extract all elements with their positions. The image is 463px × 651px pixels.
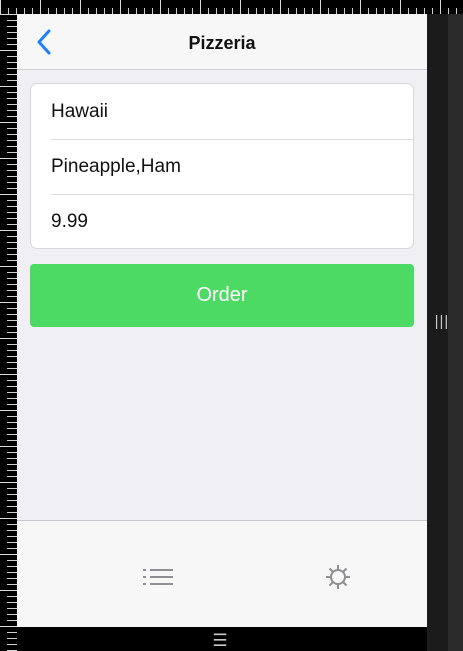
phone-screen: Pizzeria Hawaii Pineapple,Ham 9.99 Order [17, 14, 427, 627]
navigation-bar: Pizzeria [17, 14, 427, 70]
page-title: Pizzeria [188, 33, 256, 53]
side-resize-handle-icon[interactable]: ||| [432, 312, 452, 332]
list-item: Pineapple,Ham [31, 139, 413, 194]
list-item: 9.99 [31, 194, 413, 248]
list-item: Hawaii [31, 84, 413, 139]
list-icon [143, 569, 173, 585]
tab-bar [17, 520, 427, 627]
pizza-name: Hawaii [51, 101, 109, 122]
vertical-ruler [0, 14, 17, 651]
pizza-price: 9.99 [51, 211, 88, 232]
pizza-toppings: Pineapple,Ham [51, 156, 181, 177]
simulator-canvas: ||| ☰ Pizzeria Hawaii Pineapple,Ham 9.99… [0, 0, 463, 651]
tab-settings[interactable] [318, 557, 358, 597]
horizontal-ruler [0, 0, 463, 14]
gear-icon [326, 565, 350, 589]
back-button[interactable] [31, 28, 57, 56]
bottom-resize-handle-icon[interactable]: ☰ [208, 631, 232, 651]
side-panel-edge [448, 14, 463, 651]
pizza-details-card: Hawaii Pineapple,Ham 9.99 [30, 83, 414, 249]
order-button[interactable]: Order [30, 264, 414, 327]
tab-list[interactable] [138, 557, 178, 597]
chevron-left-icon [37, 29, 51, 55]
